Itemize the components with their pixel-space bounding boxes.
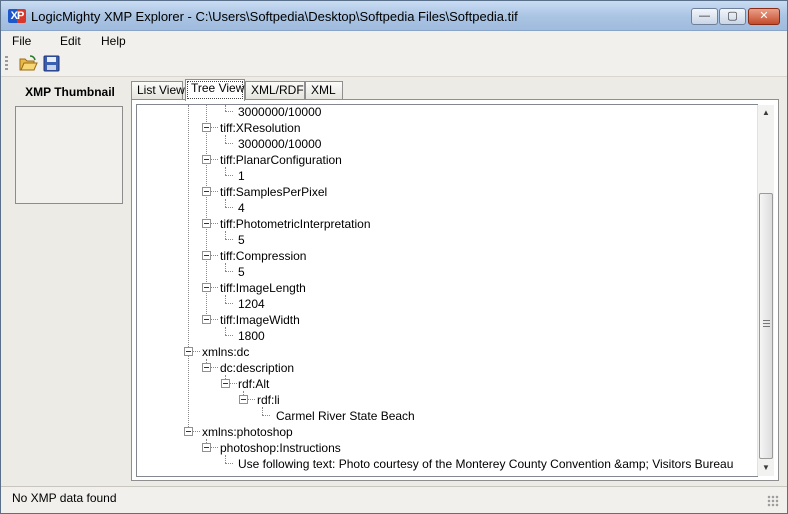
- tree-node[interactable]: tiff:ImageWidth: [220, 313, 300, 327]
- tab-list-view[interactable]: List View: [131, 81, 185, 100]
- close-button[interactable]: ✕: [748, 8, 780, 25]
- collapse-toggle[interactable]: [202, 443, 211, 452]
- collapse-toggle[interactable]: [239, 395, 248, 404]
- tree-node[interactable]: 5: [238, 233, 245, 247]
- collapse-toggle[interactable]: [202, 363, 211, 372]
- tree-node[interactable]: rdf:Alt: [238, 377, 269, 391]
- tree-node[interactable]: 1800: [238, 329, 265, 343]
- app-window: XP LogicMighty XMP Explorer - C:\Users\S…: [0, 0, 788, 514]
- tree-node[interactable]: Use following text: Photo courtesy of th…: [238, 457, 733, 471]
- collapse-toggle[interactable]: [202, 155, 211, 164]
- tree-node[interactable]: photoshop:Instructions: [220, 441, 341, 455]
- tree-node[interactable]: tiff:XResolution: [220, 121, 301, 135]
- collapse-toggle[interactable]: [202, 283, 211, 292]
- maximize-button[interactable]: ▢: [719, 8, 746, 25]
- tab-xml[interactable]: XML: [305, 81, 343, 100]
- tree-node[interactable]: 1204: [238, 297, 265, 311]
- save-button[interactable]: [42, 55, 62, 73]
- collapse-toggle[interactable]: [221, 379, 230, 388]
- scrollbar-thumb[interactable]: [759, 193, 773, 459]
- tree-node[interactable]: rdf:li: [257, 393, 280, 407]
- tree-node[interactable]: Carmel River State Beach: [276, 409, 415, 423]
- menu-edit[interactable]: Edit: [60, 34, 81, 48]
- status-text: No XMP data found: [12, 491, 117, 505]
- tree-node[interactable]: 5: [238, 265, 245, 279]
- toolbar: [1, 52, 787, 77]
- menu-help[interactable]: Help: [101, 34, 126, 48]
- tree-node[interactable]: tiff:PhotometricInterpretation: [220, 217, 371, 231]
- tree-node[interactable]: tiff:Compression: [220, 249, 306, 263]
- minimize-button[interactable]: —: [691, 8, 718, 25]
- menu-bar: File Edit Help: [1, 31, 787, 52]
- tree-node[interactable]: 3000000/10000: [238, 137, 321, 151]
- menu-file[interactable]: File: [12, 34, 31, 48]
- collapse-toggle[interactable]: [202, 315, 211, 324]
- toolbar-grip[interactable]: [5, 56, 8, 72]
- xmp-tree[interactable]: 3000000/10000 tiff:XResolution 3000000/1…: [136, 104, 758, 477]
- tab-xml-rdf[interactable]: XML/RDF: [245, 81, 305, 100]
- tree-node[interactable]: tiff:SamplesPerPixel: [220, 185, 327, 199]
- folder-open-icon: [19, 55, 38, 71]
- tree-node[interactable]: tiff:ImageLength: [220, 281, 306, 295]
- collapse-toggle[interactable]: [202, 187, 211, 196]
- app-logo-icon: XP: [8, 9, 26, 23]
- tree-node[interactable]: xmlns:photoshop: [202, 425, 293, 439]
- tab-tree-view[interactable]: Tree View: [185, 79, 245, 101]
- open-button[interactable]: [18, 55, 38, 73]
- tree-node[interactable]: tiff:PlanarConfiguration: [220, 153, 342, 167]
- window-title: LogicMighty XMP Explorer - C:\Users\Soft…: [31, 9, 518, 24]
- tree-node[interactable]: 1: [238, 169, 245, 183]
- collapse-toggle[interactable]: [202, 251, 211, 260]
- thumbnail-title: XMP Thumbnail: [25, 85, 115, 99]
- scroll-down-icon[interactable]: ▼: [758, 460, 774, 476]
- title-bar[interactable]: XP LogicMighty XMP Explorer - C:\Users\S…: [1, 1, 787, 31]
- tree-node[interactable]: dc:description: [220, 361, 294, 375]
- save-disk-icon: [43, 55, 60, 72]
- resize-grip-icon[interactable]: [767, 495, 779, 507]
- tree-node[interactable]: 4: [238, 201, 245, 215]
- collapse-toggle[interactable]: [202, 123, 211, 132]
- thumbnail-preview: [15, 106, 123, 204]
- tree-scrollbar[interactable]: ▲ ▼: [757, 105, 774, 476]
- collapse-toggle[interactable]: [202, 219, 211, 228]
- status-bar: No XMP data found: [1, 486, 787, 513]
- collapse-toggle[interactable]: [184, 347, 193, 356]
- tree-node[interactable]: xmlns:dc: [202, 345, 249, 359]
- tree-node[interactable]: 3000000/10000: [238, 105, 321, 119]
- collapse-toggle[interactable]: [184, 427, 193, 436]
- scroll-up-icon[interactable]: ▲: [758, 105, 774, 121]
- grip-icon: [763, 320, 770, 327]
